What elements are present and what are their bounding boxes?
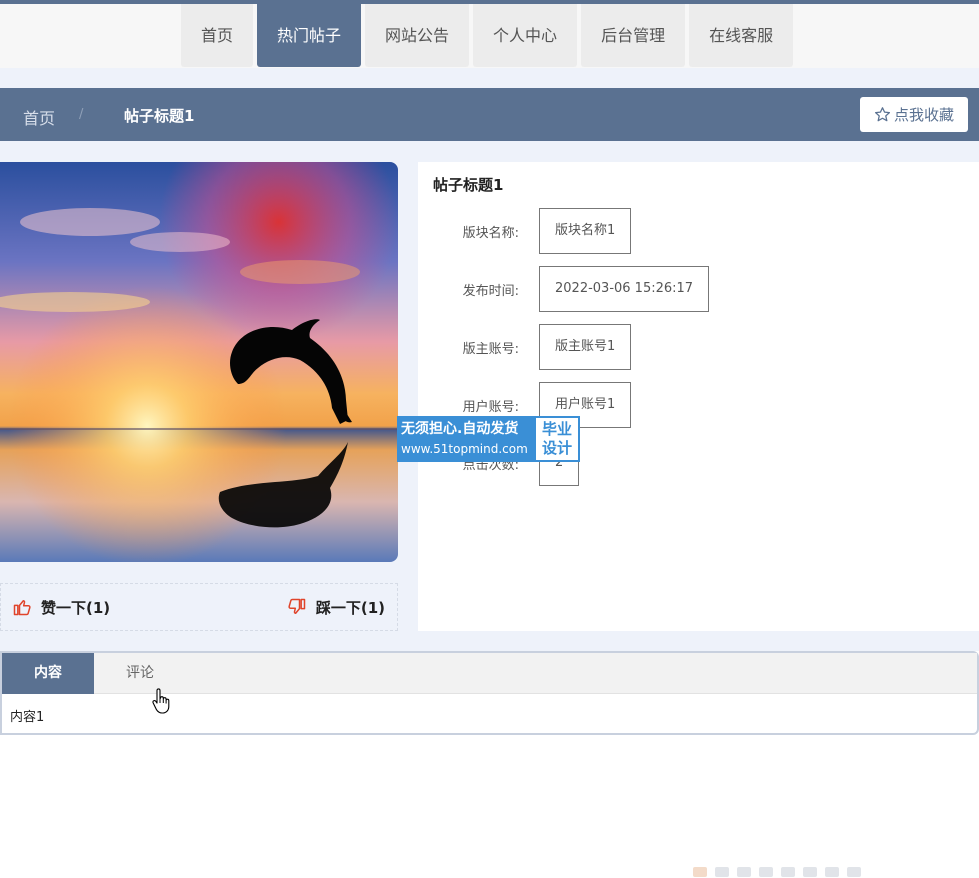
watermark-text: 无须担心.自动发货 www.51topmind.com: [397, 416, 534, 462]
nav-item-admin[interactable]: 后台管理: [581, 4, 686, 67]
star-outline-icon: [874, 107, 890, 122]
nav-item-home[interactable]: 首页: [181, 4, 254, 67]
content-tabs: 内容 评论 内容1: [0, 651, 979, 735]
post-info-panel: 帖子标题1 版块名称: 版块名称1 发布时间: 2022-03-06 15:26…: [418, 162, 979, 631]
watermark-line2: www.51topmind.com: [401, 442, 528, 456]
vote-row: 赞一下(1) 踩一下(1): [0, 583, 398, 631]
header-spacer: [0, 68, 979, 88]
nav-item-personal-center[interactable]: 个人中心: [473, 4, 578, 67]
watermark-overlay: 无须担心.自动发货 www.51topmind.com 毕业 设计: [397, 416, 580, 462]
nav-item-announcements[interactable]: 网站公告: [365, 4, 470, 67]
like-button[interactable]: 赞一下(1): [12, 597, 110, 618]
tab-panel-content: 内容1: [10, 710, 45, 725]
field-user-account-label: 用户账号:: [462, 399, 519, 415]
faint-toolbar-remnant: [693, 866, 898, 878]
field-publish-time: 发布时间: 2022-03-06 15:26:17: [418, 266, 710, 312]
post-detail: 赞一下(1) 踩一下(1) 帖子标题1 版块名称: 版块名称1 发布时间: 20…: [0, 141, 979, 651]
breadcrumb-home-link[interactable]: 首页: [23, 105, 55, 129]
favorite-button-label: 点我收藏: [893, 106, 954, 124]
field-section-value: 版块名称1: [539, 208, 632, 254]
dislike-label: 踩一下(1): [315, 598, 385, 617]
thumbs-up-icon: [13, 600, 31, 616]
field-publish-time-value: 2022-03-06 15:26:17: [539, 266, 710, 312]
field-section: 版块名称: 版块名称1: [418, 208, 632, 254]
field-moderator-account: 版主账号: 版主账号1: [418, 324, 632, 370]
breadcrumb-bar: 首页 / 帖子标题1 点我收藏: [0, 88, 979, 141]
hand-cursor-icon: [152, 688, 170, 714]
post-image: [0, 162, 398, 562]
page: 首页 热门帖子 网站公告 个人中心 后台管理 在线客服 首页 / 帖子标题1 点…: [0, 0, 979, 878]
watermark-badge-line1: 毕业: [541, 420, 572, 438]
thumbs-down-icon: [288, 598, 306, 614]
tab-bar: 内容 评论: [2, 653, 977, 694]
top-nav-items: 首页 热门帖子 网站公告 个人中心 后台管理 在线客服: [181, 4, 794, 67]
watermark-badge: 毕业 设计: [534, 416, 580, 462]
watermark-line1: 无须担心.自动发货: [401, 421, 519, 437]
post-title: 帖子标题1: [433, 176, 504, 194]
field-moderator-account-label: 版主账号:: [462, 341, 519, 357]
tab-content[interactable]: 内容: [2, 653, 94, 694]
dislike-button[interactable]: 踩一下(1): [287, 597, 385, 618]
favorite-button[interactable]: 点我收藏: [860, 97, 968, 132]
nav-item-customer-service[interactable]: 在线客服: [689, 4, 794, 67]
breadcrumb-separator: /: [79, 107, 84, 122]
tab-comments[interactable]: 评论: [94, 653, 186, 694]
breadcrumb-current: 帖子标题1: [124, 107, 195, 125]
field-publish-time-label: 发布时间:: [462, 283, 519, 299]
watermark-badge-line2: 设计: [541, 439, 572, 457]
top-nav: 首页 热门帖子 网站公告 个人中心 后台管理 在线客服: [0, 0, 979, 68]
like-label: 赞一下(1): [41, 598, 111, 617]
field-section-label: 版块名称:: [462, 225, 519, 241]
field-moderator-account-value: 版主账号1: [539, 324, 632, 370]
nav-item-hot-posts[interactable]: 热门帖子: [257, 4, 362, 67]
